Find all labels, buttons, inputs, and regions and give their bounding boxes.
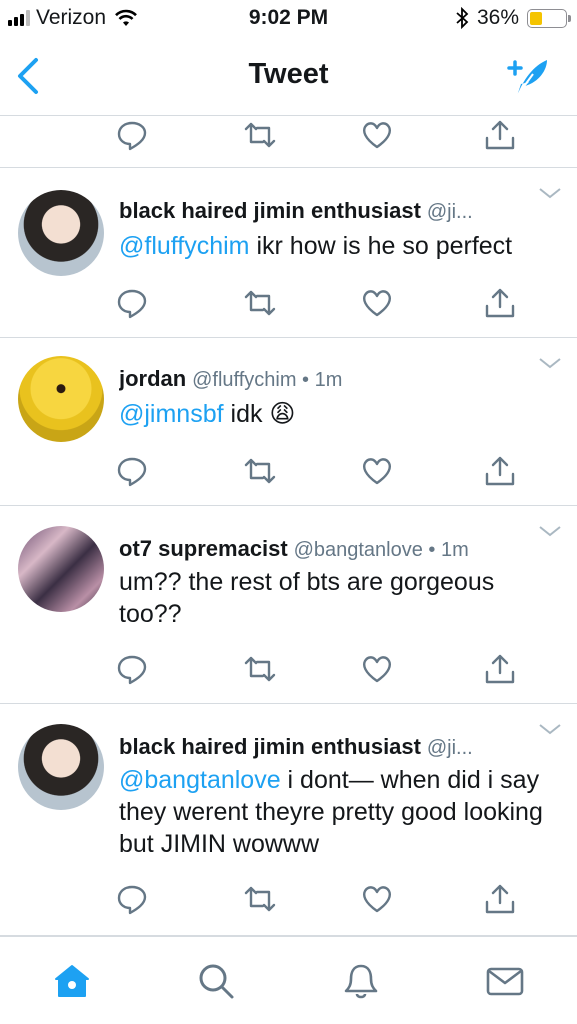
handle: @bangtanlove • 1m (293, 539, 469, 561)
reply-icon[interactable] (115, 454, 149, 488)
chevron-down-icon[interactable] (537, 186, 563, 200)
share-icon[interactable] (483, 118, 517, 152)
display-name[interactable]: black haired jimin enthusiast (119, 734, 421, 759)
tweet-header: black haired jimin enthusiast @ji... (119, 734, 529, 760)
nav-bar: Tweet (0, 38, 577, 116)
tweet-text: @bangtanlove i dont— when did i say they… (119, 766, 543, 858)
reply-icon[interactable] (115, 652, 149, 686)
avatar[interactable] (18, 356, 104, 442)
chevron-down-icon[interactable] (537, 524, 563, 538)
tweet-actions (115, 454, 525, 494)
mention-link[interactable]: @jimnsbf (119, 400, 224, 428)
tweet-actions (115, 652, 525, 692)
status-bar: Verizon 9:02 PM 36% (0, 0, 577, 38)
heart-icon[interactable] (360, 118, 394, 152)
reply-icon[interactable] (115, 286, 149, 320)
reply-icon[interactable] (115, 118, 149, 152)
tweet-header: ot7 supremacist @bangtanlove • 1m (119, 536, 529, 562)
retweet-icon[interactable] (243, 882, 277, 916)
compose-tweet-icon[interactable] (503, 52, 553, 102)
heart-icon[interactable] (360, 286, 394, 320)
share-icon[interactable] (483, 454, 517, 488)
tweet-actions (115, 882, 525, 922)
tweet-item[interactable]: black haired jimin enthusiast @ji... @fl… (0, 168, 577, 338)
retweet-icon[interactable] (243, 286, 277, 320)
bluetooth-icon (456, 7, 469, 29)
search-icon[interactable] (196, 961, 236, 1001)
previous-tweet-actions (115, 118, 525, 158)
tweet-header: black haired jimin enthusiast @ji... (119, 198, 529, 224)
battery-percent: 36% (476, 6, 519, 29)
tweet-actions (115, 286, 525, 326)
status-right: 36% (455, 6, 571, 30)
tweet-item[interactable]: jordan @fluffychim • 1m @jimnsbf idk 😩 (0, 338, 577, 506)
heart-icon[interactable] (360, 882, 394, 916)
tweet-text: @jimnsbf idk 😩 (119, 400, 296, 428)
page-title: Tweet (248, 58, 329, 90)
mention-link[interactable]: @bangtanlove (119, 766, 281, 794)
mention-link[interactable]: @fluffychim (119, 232, 250, 260)
avatar[interactable] (18, 724, 104, 810)
chevron-down-icon[interactable] (537, 722, 563, 736)
chevron-down-icon[interactable] (537, 356, 563, 370)
handle: @ji... (426, 201, 473, 223)
tweet-text: @fluffychim ikr how is he so perfect (119, 232, 513, 260)
share-icon[interactable] (483, 652, 517, 686)
share-icon[interactable] (483, 286, 517, 320)
bell-icon[interactable] (341, 961, 381, 1001)
heart-icon[interactable] (360, 652, 394, 686)
display-name[interactable]: ot7 supremacist (119, 536, 288, 561)
home-icon[interactable] (52, 961, 92, 1001)
handle: @ji... (426, 737, 473, 759)
retweet-icon[interactable] (243, 454, 277, 488)
retweet-icon[interactable] (243, 118, 277, 152)
tweet-text: um?? the rest of bts are gorgeous too?? (119, 568, 495, 628)
battery-icon (527, 8, 571, 28)
heart-icon[interactable] (360, 454, 394, 488)
tab-bar (0, 936, 577, 1024)
tweet-item[interactable]: ot7 supremacist @bangtanlove • 1m um?? t… (0, 506, 577, 704)
handle: @fluffychim • 1m (192, 369, 343, 391)
tweet-header: jordan @fluffychim • 1m (119, 366, 529, 392)
avatar[interactable] (18, 526, 104, 612)
display-name[interactable]: black haired jimin enthusiast (119, 198, 421, 223)
share-icon[interactable] (483, 882, 517, 916)
retweet-icon[interactable] (243, 652, 277, 686)
avatar[interactable] (18, 190, 104, 276)
mail-icon[interactable] (485, 961, 525, 1001)
display-name[interactable]: jordan (119, 366, 186, 391)
reply-icon[interactable] (115, 882, 149, 916)
tweet-item[interactable]: black haired jimin enthusiast @ji... @ba… (0, 704, 577, 936)
